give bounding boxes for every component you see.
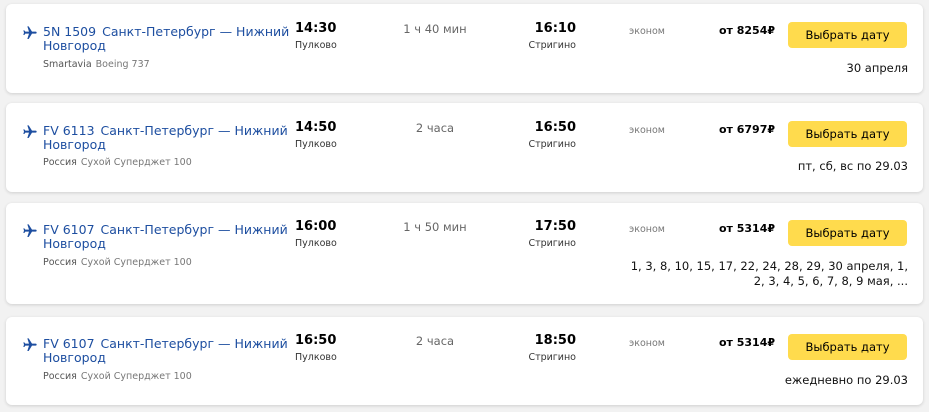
airline-name: Россия xyxy=(43,157,77,168)
schedule-text: 1, 3, 8, 10, 15, 17, 22, 24, 28, 29, 30 … xyxy=(630,259,908,288)
price: от 8254₽ xyxy=(718,24,775,37)
departure-time: 14:30 xyxy=(295,21,337,36)
flight-list: 5N 1509 Санкт-Петербург — Нижний Новгород… xyxy=(0,0,929,412)
departure-time: 14:50 xyxy=(295,120,337,135)
carrier-info: Россия Сухой Суперджет 100 xyxy=(43,157,192,168)
select-date-button[interactable]: Выбрать дату xyxy=(788,121,907,147)
flight-duration: 1 ч 50 мин xyxy=(403,220,467,234)
plane-icon xyxy=(22,124,38,140)
price: от 5314₽ xyxy=(718,222,775,235)
schedule-text: пт, сб, вс по 29.03 xyxy=(797,159,908,173)
arrival-time: 18:50 xyxy=(534,333,576,348)
schedule-text: 30 апреля xyxy=(846,61,909,75)
plane-icon xyxy=(22,223,38,239)
fare-class: эконом xyxy=(629,125,665,136)
price: от 6797₽ xyxy=(718,123,775,136)
fare-class: эконом xyxy=(629,26,665,37)
arrival-time: 17:50 xyxy=(534,219,576,234)
arrival-airport: Стригино xyxy=(528,238,576,249)
flight-card: 5N 1509 Санкт-Петербург — Нижний Новгород… xyxy=(6,4,923,93)
carrier-info: Россия Сухой Суперджет 100 xyxy=(43,257,192,268)
flight-card: FV 6107 Санкт-Петербург — Нижний Новгород… xyxy=(6,317,923,405)
arrival-airport: Стригино xyxy=(528,40,576,51)
flight-route-link[interactable]: FV 6107 Санкт-Петербург — Нижний Новгород xyxy=(43,223,293,251)
departure-airport: Пулково xyxy=(295,40,337,51)
plane-icon xyxy=(22,25,38,41)
arrival-time: 16:10 xyxy=(534,21,576,36)
flight-route-link[interactable]: FV 6107 Санкт-Петербург — Нижний Новгород xyxy=(43,337,293,365)
aircraft-model: Сухой Суперджет 100 xyxy=(80,157,192,168)
arrival-time: 16:50 xyxy=(534,120,576,135)
flight-number: 5N 1509 xyxy=(43,24,97,39)
departure-airport: Пулково xyxy=(295,352,337,363)
flight-number: FV 6107 xyxy=(43,336,95,351)
flight-duration: 2 часа xyxy=(415,121,455,135)
flight-card: FV 6107 Санкт-Петербург — Нижний Новгород… xyxy=(6,203,923,304)
plane-icon xyxy=(22,337,38,353)
aircraft-model: Сухой Суперджет 100 xyxy=(80,371,192,382)
arrival-airport: Стригино xyxy=(528,352,576,363)
aircraft-model: Boeing 737 xyxy=(95,59,150,70)
schedule-text: ежедневно по 29.03 xyxy=(784,373,908,387)
departure-time: 16:50 xyxy=(295,333,337,348)
departure-airport: Пулково xyxy=(295,238,337,249)
airline-name: Smartavia xyxy=(43,59,92,70)
departure-time: 16:00 xyxy=(295,219,337,234)
select-date-button[interactable]: Выбрать дату xyxy=(788,220,907,246)
select-date-button[interactable]: Выбрать дату xyxy=(788,22,907,48)
flight-number: FV 6107 xyxy=(43,222,95,237)
fare-class: эконом xyxy=(629,224,665,235)
carrier-info: Smartavia Boeing 737 xyxy=(43,59,150,70)
flight-route-link[interactable]: FV 6113 Санкт-Петербург — Нижний Новгород xyxy=(43,124,293,152)
flight-duration: 1 ч 40 мин xyxy=(403,22,467,36)
airline-name: Россия xyxy=(43,257,77,268)
select-date-button[interactable]: Выбрать дату xyxy=(788,334,907,360)
flight-duration: 2 часа xyxy=(415,334,455,348)
price: от 5314₽ xyxy=(718,336,775,349)
departure-airport: Пулково xyxy=(295,139,337,150)
flight-card: FV 6113 Санкт-Петербург — Нижний Новгород… xyxy=(6,103,923,192)
flight-number: FV 6113 xyxy=(43,123,95,138)
carrier-info: Россия Сухой Суперджет 100 xyxy=(43,371,192,382)
flight-route-link[interactable]: 5N 1509 Санкт-Петербург — Нижний Новгород xyxy=(43,25,293,53)
arrival-airport: Стригино xyxy=(528,139,576,150)
fare-class: эконом xyxy=(629,338,665,349)
aircraft-model: Сухой Суперджет 100 xyxy=(80,257,192,268)
airline-name: Россия xyxy=(43,371,77,382)
